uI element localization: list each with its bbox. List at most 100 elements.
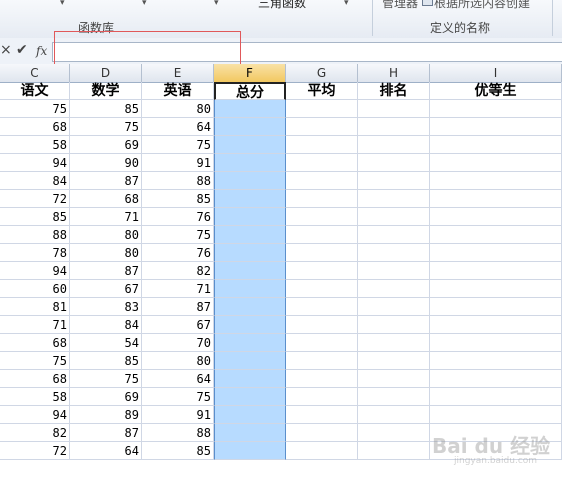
score-cell[interactable]: 60 — [0, 280, 70, 298]
empty-cell[interactable] — [430, 118, 562, 136]
empty-cell[interactable] — [358, 136, 430, 154]
empty-cell[interactable] — [286, 442, 358, 460]
empty-cell[interactable] — [358, 172, 430, 190]
score-cell[interactable]: 81 — [0, 298, 70, 316]
score-cell[interactable]: 71 — [70, 208, 142, 226]
empty-cell[interactable] — [358, 280, 430, 298]
empty-cell[interactable] — [430, 334, 562, 352]
empty-cell[interactable] — [358, 316, 430, 334]
score-cell[interactable]: 80 — [70, 226, 142, 244]
empty-cell[interactable] — [358, 190, 430, 208]
selected-cell[interactable] — [214, 262, 286, 280]
empty-cell[interactable] — [286, 316, 358, 334]
score-cell[interactable]: 67 — [142, 316, 214, 334]
header-cell[interactable]: 排名 — [358, 82, 430, 100]
selected-cell[interactable] — [214, 298, 286, 316]
score-cell[interactable]: 82 — [142, 262, 214, 280]
empty-cell[interactable] — [358, 262, 430, 280]
score-cell[interactable]: 80 — [142, 100, 214, 118]
score-cell[interactable]: 72 — [0, 190, 70, 208]
empty-cell[interactable] — [358, 298, 430, 316]
empty-cell[interactable] — [286, 100, 358, 118]
name-manager-button[interactable]: 管理器 — [382, 0, 418, 11]
score-cell[interactable]: 75 — [142, 226, 214, 244]
empty-cell[interactable] — [430, 154, 562, 172]
selected-cell[interactable] — [214, 352, 286, 370]
selected-cell[interactable] — [214, 100, 286, 118]
common-functions-button[interactable]: 三角函数 — [258, 0, 306, 11]
score-cell[interactable]: 58 — [0, 388, 70, 406]
score-cell[interactable]: 89 — [70, 406, 142, 424]
score-cell[interactable]: 75 — [0, 100, 70, 118]
score-cell[interactable]: 70 — [142, 334, 214, 352]
selected-cell[interactable] — [214, 388, 286, 406]
column-header-f[interactable]: F — [214, 64, 286, 82]
score-cell[interactable]: 69 — [70, 136, 142, 154]
empty-cell[interactable] — [286, 190, 358, 208]
header-cell[interactable]: 优等生 — [430, 82, 562, 100]
score-cell[interactable]: 87 — [142, 298, 214, 316]
column-header-e[interactable]: E — [142, 64, 214, 82]
header-cell[interactable]: 英语 — [142, 82, 214, 100]
score-cell[interactable]: 75 — [70, 370, 142, 388]
score-cell[interactable]: 71 — [142, 280, 214, 298]
score-cell[interactable]: 64 — [70, 442, 142, 460]
empty-cell[interactable] — [286, 118, 358, 136]
empty-cell[interactable] — [430, 244, 562, 262]
empty-cell[interactable] — [358, 118, 430, 136]
selected-cell[interactable] — [214, 190, 286, 208]
column-header-d[interactable]: D — [70, 64, 142, 82]
empty-cell[interactable] — [286, 154, 358, 172]
selected-cell[interactable] — [214, 406, 286, 424]
score-cell[interactable]: 72 — [0, 442, 70, 460]
selected-cell[interactable] — [214, 280, 286, 298]
empty-cell[interactable] — [430, 388, 562, 406]
empty-cell[interactable] — [430, 406, 562, 424]
score-cell[interactable]: 88 — [142, 172, 214, 190]
score-cell[interactable]: 69 — [70, 388, 142, 406]
score-cell[interactable]: 80 — [70, 244, 142, 262]
empty-cell[interactable] — [358, 334, 430, 352]
empty-cell[interactable] — [286, 388, 358, 406]
selected-cell[interactable] — [214, 442, 286, 460]
insert-function-icon[interactable]: fx — [36, 43, 47, 59]
empty-cell[interactable] — [430, 262, 562, 280]
selected-cell[interactable] — [214, 136, 286, 154]
empty-cell[interactable] — [286, 370, 358, 388]
dropdown-arrow-icon[interactable]: ▾ — [60, 0, 65, 8]
dropdown-arrow-icon[interactable]: ▾ — [142, 0, 147, 8]
empty-cell[interactable] — [286, 244, 358, 262]
score-cell[interactable]: 83 — [70, 298, 142, 316]
empty-cell[interactable] — [430, 298, 562, 316]
empty-cell[interactable] — [286, 172, 358, 190]
dropdown-arrow-icon[interactable]: ▾ — [214, 0, 219, 8]
score-cell[interactable]: 68 — [0, 370, 70, 388]
column-header-i[interactable]: I — [430, 64, 562, 82]
empty-cell[interactable] — [286, 298, 358, 316]
empty-cell[interactable] — [358, 406, 430, 424]
dropdown-arrow-icon[interactable]: ▾ — [344, 0, 349, 8]
score-cell[interactable]: 54 — [70, 334, 142, 352]
score-cell[interactable]: 75 — [70, 118, 142, 136]
column-header-h[interactable]: H — [358, 64, 430, 82]
empty-cell[interactable] — [358, 388, 430, 406]
score-cell[interactable]: 84 — [70, 316, 142, 334]
selected-cell[interactable] — [214, 316, 286, 334]
score-cell[interactable]: 78 — [0, 244, 70, 262]
score-cell[interactable]: 85 — [0, 208, 70, 226]
header-cell[interactable]: 平均 — [286, 82, 358, 100]
empty-cell[interactable] — [430, 208, 562, 226]
selected-cell[interactable] — [214, 244, 286, 262]
empty-cell[interactable] — [358, 244, 430, 262]
score-cell[interactable]: 75 — [0, 352, 70, 370]
empty-cell[interactable] — [286, 262, 358, 280]
empty-cell[interactable] — [286, 280, 358, 298]
empty-cell[interactable] — [286, 226, 358, 244]
selected-cell[interactable] — [214, 154, 286, 172]
selected-cell[interactable] — [214, 370, 286, 388]
cancel-icon[interactable]: × — [0, 42, 12, 58]
empty-cell[interactable] — [430, 172, 562, 190]
score-cell[interactable]: 75 — [142, 136, 214, 154]
empty-cell[interactable] — [430, 226, 562, 244]
empty-cell[interactable] — [358, 352, 430, 370]
